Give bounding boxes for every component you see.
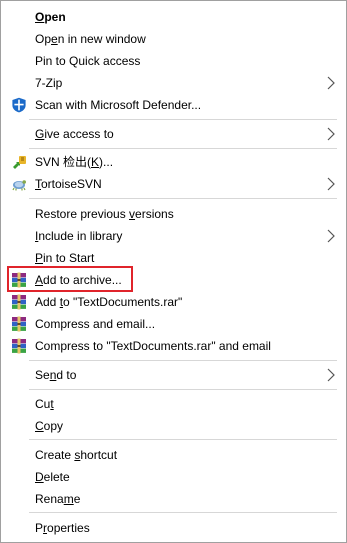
menu-item-compress-to-rar-and-email[interactable]: Compress to "TextDocuments.rar" and emai… [1, 335, 346, 357]
menu-item-label: Rename [35, 492, 81, 506]
menu-item-label: 7-Zip [35, 76, 63, 90]
menu-item-cut[interactable]: Cut [1, 393, 346, 415]
tortoisesvn-icon [12, 180, 26, 191]
menu-item-label: Add to "TextDocuments.rar" [35, 295, 183, 309]
winrar-icon [12, 338, 26, 354]
menu-separator [29, 148, 337, 149]
menu-item-label: Properties [35, 521, 90, 535]
menu-item-label: Send to [35, 368, 77, 382]
menu-separator [29, 512, 337, 513]
menu-item-pin-to-quick-access[interactable]: Pin to Quick access [1, 50, 346, 72]
chevron-right-icon [327, 229, 335, 243]
menu-separator [29, 198, 337, 199]
menu-separator [29, 119, 337, 120]
menu-item-label: Delete [35, 470, 70, 484]
menu-item-open[interactable]: Open [1, 6, 346, 28]
menu-item-open-in-new-window[interactable]: Open in new window [1, 28, 346, 50]
menu-separator [29, 360, 337, 361]
menu-item-label: Give access to [35, 127, 114, 141]
menu-item-tortoisesvn[interactable]: TortoiseSVN [1, 173, 346, 195]
chevron-right-icon [327, 368, 335, 382]
menu-item-copy[interactable]: Copy [1, 415, 346, 437]
menu-item-label: Scan with Microsoft Defender... [35, 98, 202, 112]
menu-item-label: Open in new window [35, 32, 146, 46]
menu-item-scan-defender[interactable]: Scan with Microsoft Defender... [1, 94, 346, 116]
menu-separator [29, 389, 337, 390]
menu-item-rename[interactable]: Rename [1, 488, 346, 510]
menu-item-compress-and-email[interactable]: Compress and email... [1, 313, 346, 335]
menu-item-create-shortcut[interactable]: Create shortcut [1, 444, 346, 466]
winrar-icon [12, 294, 26, 310]
menu-item-delete[interactable]: Delete [1, 466, 346, 488]
menu-item-svn-checkout[interactable]: SVN 检出(K)... [1, 151, 346, 173]
menu-item-7zip[interactable]: 7-Zip [1, 72, 346, 94]
chevron-right-icon [327, 76, 335, 90]
winrar-icon [12, 316, 26, 332]
menu-item-label: Pin to Quick access [35, 54, 141, 68]
svn-checkout-icon [13, 156, 26, 169]
menu-item-label: Create shortcut [35, 448, 118, 462]
menu-item-label: Compress and email... [35, 317, 156, 331]
menu-item-send-to[interactable]: Send to [1, 364, 346, 386]
menu-item-properties[interactable]: Properties [1, 517, 346, 539]
menu-item-label: Pin to Start [35, 251, 95, 265]
menu-item-give-access-to[interactable]: Give access to [1, 123, 346, 145]
menu-item-label: Include in library [35, 229, 123, 243]
menu-item-label: Copy [35, 419, 64, 433]
menu-item-include-in-library[interactable]: Include in library [1, 225, 346, 247]
menu-item-label: Open [35, 10, 66, 24]
menu-item-restore-previous-versions[interactable]: Restore previous versions [1, 203, 346, 225]
menu-item-label: Cut [35, 397, 54, 411]
menu-item-add-to-textdocuments-rar[interactable]: Add to "TextDocuments.rar" [1, 291, 346, 313]
highlight-box [7, 266, 133, 292]
defender-shield-icon [12, 97, 26, 113]
menu-separator [29, 439, 337, 440]
menu-item-label: SVN 检出(K)... [35, 155, 114, 169]
chevron-right-icon [327, 177, 335, 191]
menu-item-label: TortoiseSVN [35, 177, 102, 191]
chevron-right-icon [327, 127, 335, 141]
context-menu: Open Open in new window Pin to Quick acc… [0, 0, 347, 543]
menu-item-label: Compress to "TextDocuments.rar" and emai… [35, 339, 271, 353]
menu-item-label: Restore previous versions [35, 207, 174, 221]
